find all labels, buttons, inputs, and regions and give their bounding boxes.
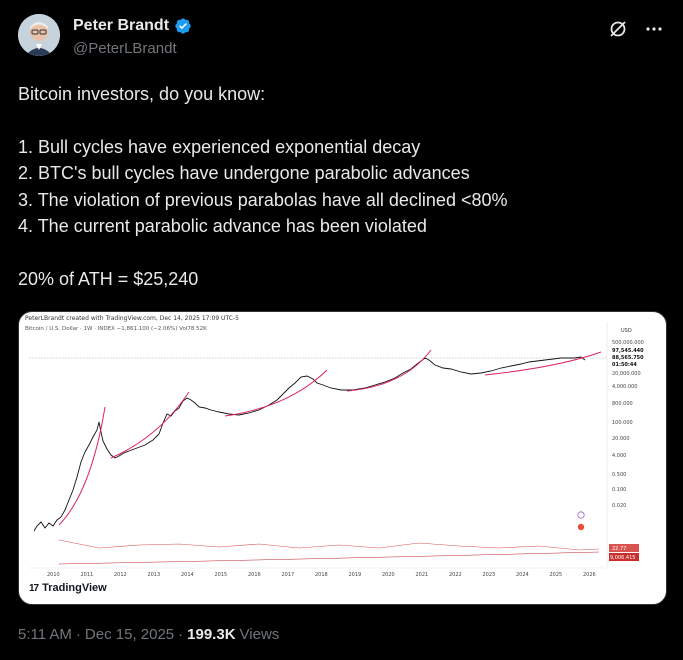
year-axis-label: 2017: [282, 572, 295, 578]
views-label: Views: [239, 626, 280, 643]
year-axis-label: 2025: [550, 572, 563, 578]
tweet-line: 20% of ATH = $25,240: [18, 268, 199, 289]
price-axis-label: 97,545.440: [612, 348, 644, 354]
indicator-line-1: [58, 539, 600, 551]
price-axis-label: 0.100: [612, 487, 626, 493]
price-axis-label: 0.500: [612, 472, 626, 478]
price-axis-label: 500,000.000: [612, 340, 644, 346]
price-axis-label: 0.020: [612, 503, 626, 509]
price-axis-label: 88,565.750: [612, 355, 644, 361]
chart-image[interactable]: PeterLBrandt created with TradingView.co…: [18, 311, 667, 605]
price-axis-label: 4,000.000: [612, 384, 637, 390]
tweet-line: 2. BTC's bull cycles have undergone para…: [18, 163, 470, 183]
price-axis-label: 4.000: [612, 453, 626, 459]
author-handle[interactable]: @PeterLBrandt: [73, 40, 177, 57]
year-axis-label: 2021: [416, 572, 429, 578]
tweet: Peter Brandt @PeterLBrandt Bitcoin inves…: [0, 0, 683, 660]
year-axis-label: 2019: [349, 572, 362, 578]
tweet-line: 4. The current parabolic advance has bee…: [18, 216, 427, 236]
price-axis-label: 100.000: [612, 420, 633, 426]
grok-icon[interactable]: [607, 18, 629, 40]
chart-plot: USD 500,000.000 97,545.44088,565.75001:50…: [29, 322, 662, 578]
year-axis-label: 2010: [47, 572, 60, 578]
year-axis-label: 2013: [148, 572, 161, 578]
tweet-text: Bitcoin investors, do you know: 1. Bull …: [18, 81, 658, 292]
indicator-value-1: 22.77: [612, 546, 626, 552]
tradingview-logo-icon: 17: [29, 582, 39, 594]
more-icon[interactable]: [643, 18, 665, 40]
tweet-line: Bitcoin investors, do you know:: [18, 84, 266, 104]
price-axis-label: 01:50:44: [612, 362, 637, 368]
price-axis-label: 20,000.000: [612, 371, 641, 377]
year-axis-label: 2022: [449, 572, 462, 578]
tweet-date[interactable]: Dec 15, 2025: [85, 626, 174, 643]
avatar[interactable]: [18, 14, 60, 56]
price-axis-label: 20.000: [612, 436, 630, 442]
year-axis-label: 2026: [583, 572, 596, 578]
tweet-line: 3. The violation of previous parabolas h…: [18, 189, 508, 210]
price-line: [33, 356, 586, 532]
year-axis-label: 2015: [215, 572, 228, 578]
price-axis-label: 800.000: [612, 401, 633, 407]
indicator-line-2: [58, 551, 600, 565]
year-axis-label: 2011: [81, 572, 94, 578]
indicator-value-2: 9,006.415: [610, 555, 635, 561]
axis-currency: USD: [621, 328, 632, 334]
year-axis-label: 2018: [315, 572, 328, 578]
year-axis-label: 2012: [114, 572, 127, 578]
views-count: 199.3K: [187, 626, 236, 643]
tradingview-logo: 17 TradingView: [29, 582, 107, 594]
parabola-curves: [58, 349, 602, 526]
year-axis-label: 2014: [181, 572, 194, 578]
year-axis-label: 2020: [382, 572, 395, 578]
year-axis-label: 2024: [516, 572, 529, 578]
verified-badge-icon: [175, 18, 191, 34]
tweet-time[interactable]: 5:11 AM: [18, 626, 72, 643]
tweet-meta: 5:11 AM · Dec 15, 2025 · 199.3K Views: [18, 626, 280, 643]
author-name[interactable]: Peter Brandt: [73, 17, 169, 35]
tweet-line: 1. Bull cycles have experienced exponent…: [18, 136, 421, 157]
year-axis-label: 2016: [248, 572, 261, 578]
year-axis-label: 2023: [483, 572, 496, 578]
